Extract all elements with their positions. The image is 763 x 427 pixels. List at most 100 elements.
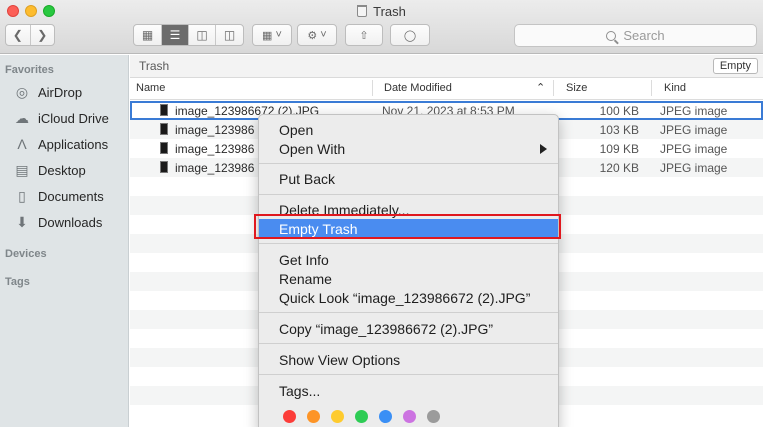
search-icon xyxy=(606,30,617,41)
menu-separator xyxy=(259,312,558,313)
column-size[interactable]: Size xyxy=(566,82,587,94)
chevron-right-icon: ❯ xyxy=(37,28,48,42)
sidebar-item-label: Applications xyxy=(38,136,109,152)
icon-view-button[interactable]: ▦ xyxy=(134,25,162,45)
file-kind: JPEG image xyxy=(660,161,728,175)
edit-tags-button[interactable]: ◯ xyxy=(390,24,430,46)
menu-item-quick-look[interactable]: Quick Look “image_123986672 (2).JPG” xyxy=(259,288,558,307)
back-button[interactable]: ❮ xyxy=(6,25,31,45)
column-name[interactable]: Name xyxy=(136,82,165,94)
sidebar-item-label: Downloads xyxy=(38,214,103,230)
menu-item-put-back[interactable]: Put Back xyxy=(259,169,558,188)
column-kind[interactable]: Kind xyxy=(664,82,686,94)
column-view-icon: ◫ xyxy=(196,28,208,42)
submenu-arrow-icon xyxy=(540,144,547,154)
chevron-down-icon: ˅ xyxy=(275,29,282,41)
share-icon: ⇧ xyxy=(359,29,369,42)
sidebar-item-desktop[interactable]: ▤ Desktop xyxy=(13,160,86,180)
empty-button[interactable]: Empty xyxy=(712,58,758,74)
menu-item-copy[interactable]: Copy “image_123986672 (2).JPG” xyxy=(259,319,558,338)
file-kind: JPEG image xyxy=(660,104,728,118)
sidebar-item-airdrop[interactable]: ◎ AirDrop xyxy=(13,82,82,102)
desktop-icon: ▤ xyxy=(15,161,29,178)
sidebar-heading-favorites: Favorites xyxy=(5,64,54,76)
file-size: 100 KB xyxy=(599,104,639,118)
sidebar-item-documents[interactable]: ▯ Documents xyxy=(13,186,104,206)
image-file-icon xyxy=(160,161,168,173)
image-file-icon xyxy=(160,123,168,135)
gallery-view-icon: ◫ xyxy=(223,28,236,42)
applications-icon: Λ xyxy=(17,136,27,152)
search-field[interactable]: Search xyxy=(514,24,757,47)
tag-green-button[interactable] xyxy=(355,410,368,423)
tag-yellow-button[interactable] xyxy=(331,410,344,423)
cloud-icon: ☁ xyxy=(15,109,29,126)
file-kind: JPEG image xyxy=(660,142,728,156)
trash-icon xyxy=(357,5,368,17)
icon-view-icon: ▦ xyxy=(141,28,154,42)
tag-blue-button[interactable] xyxy=(379,410,392,423)
sidebar-item-icloud-drive[interactable]: ☁ iCloud Drive xyxy=(13,108,109,128)
document-icon: ▯ xyxy=(18,187,26,204)
menu-separator xyxy=(259,374,558,375)
group-by-button[interactable]: ▦ ˅ xyxy=(252,24,292,46)
menu-item-rename[interactable]: Rename xyxy=(259,269,558,288)
tag-red-button[interactable] xyxy=(283,410,296,423)
sidebar-item-label: iCloud Drive xyxy=(38,110,109,126)
menu-separator xyxy=(259,163,558,164)
file-size: 120 KB xyxy=(599,161,639,175)
grid-icon: ▦ xyxy=(262,29,273,42)
context-menu: Open Open With Put Back Delete Immediate… xyxy=(258,114,559,427)
sidebar: Favorites ◎ AirDrop ☁ iCloud Drive Λ Applic… xyxy=(0,55,129,427)
gallery-view-button[interactable]: ◫ xyxy=(216,25,243,45)
chevron-down-icon: ˅ xyxy=(320,29,327,41)
file-size: 109 KB xyxy=(599,142,639,156)
sidebar-heading-tags: Tags xyxy=(5,276,30,288)
airdrop-icon: ◎ xyxy=(15,83,29,100)
tag-purple-button[interactable] xyxy=(403,410,416,423)
window-title-text: Trash xyxy=(373,4,406,19)
file-kind: JPEG image xyxy=(660,123,728,137)
file-name: image_123986 xyxy=(175,161,255,175)
image-file-icon xyxy=(160,104,168,116)
sidebar-item-label: Desktop xyxy=(38,162,86,178)
window-toolbar: Trash ❮ ❯ ▦ ☰ ◫ ◫ ▦ ˅ ⚙ ˅ ⇧ ◯ Search xyxy=(0,0,763,54)
column-date-modified[interactable]: Date Modified xyxy=(384,82,452,94)
action-button[interactable]: ⚙ ˅ xyxy=(297,24,337,46)
menu-item-open-with[interactable]: Open With xyxy=(259,139,558,158)
menu-item-get-info[interactable]: Get Info xyxy=(259,250,558,269)
chevron-left-icon: ❮ xyxy=(12,28,23,42)
column-view-button[interactable]: ◫ xyxy=(189,25,216,45)
sidebar-heading-devices: Devices xyxy=(5,248,47,260)
menu-separator xyxy=(259,243,558,244)
location-label: Trash xyxy=(139,59,170,73)
back-forward-control: ❮ ❯ xyxy=(5,24,55,46)
sidebar-item-downloads[interactable]: ⬇ Downloads xyxy=(13,212,102,232)
forward-button[interactable]: ❯ xyxy=(31,25,55,45)
menu-separator xyxy=(259,194,558,195)
tag-orange-button[interactable] xyxy=(307,410,320,423)
menu-separator xyxy=(259,343,558,344)
menu-item-show-view-options[interactable]: Show View Options xyxy=(259,350,558,369)
sidebar-item-applications[interactable]: Λ Applications xyxy=(13,134,108,154)
download-icon: ⬇ xyxy=(16,213,28,230)
column-header: Name Date Modified ⌃ Size Kind xyxy=(130,78,763,100)
annotation-highlight-box xyxy=(254,214,561,239)
file-name: image_123986 xyxy=(175,123,255,137)
menu-item-label: Open With xyxy=(279,140,346,157)
sidebar-item-label: Documents xyxy=(38,188,104,204)
window-title: Trash xyxy=(0,4,763,19)
file-size: 103 KB xyxy=(599,123,639,137)
search-placeholder: Search xyxy=(623,28,665,43)
path-bar: Trash Empty xyxy=(130,55,763,78)
menu-item-open[interactable]: Open xyxy=(259,120,558,139)
tag-icon: ◯ xyxy=(403,29,417,42)
file-name: image_123986 xyxy=(175,142,255,156)
menu-item-tags[interactable]: Tags... xyxy=(259,381,558,400)
list-view-button[interactable]: ☰ xyxy=(162,25,189,45)
gear-icon: ⚙ xyxy=(307,29,318,42)
view-mode-control: ▦ ☰ ◫ ◫ xyxy=(133,24,244,46)
tag-gray-button[interactable] xyxy=(427,410,440,423)
list-view-icon: ☰ xyxy=(169,28,181,42)
share-button[interactable]: ⇧ xyxy=(345,24,383,46)
